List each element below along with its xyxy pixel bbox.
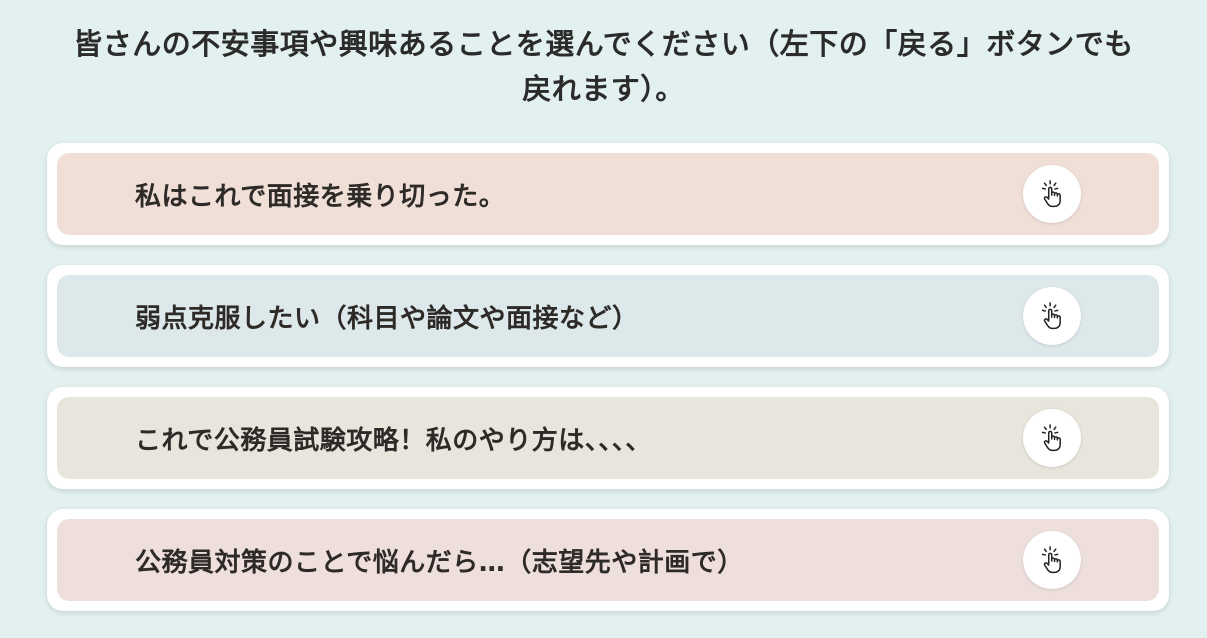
option-inner-3[interactable]: これで公務員試験攻略！私のやり方は、、、、 [57, 397, 1159, 479]
option-list: 私はこれで面接を乗り切った。 弱点克服したい（科目や論文や面接など） これで公務… [47, 143, 1169, 611]
option-card-2[interactable]: 弱点克服したい（科目や論文や面接など） [47, 265, 1169, 367]
question-line-2: 戻れます）。 [522, 72, 685, 106]
option-label-3: これで公務員試験攻略！私のやり方は、、、、 [135, 425, 652, 456]
tap-hand-icon[interactable] [1023, 287, 1081, 345]
option-card-3[interactable]: これで公務員試験攻略！私のやり方は、、、、 [47, 387, 1169, 489]
question-heading: 皆さんの不安事項や興味あることを選んでください（左下の「戻る」ボタンでも 戻れま… [40, 22, 1167, 112]
option-inner-1[interactable]: 私はこれで面接を乗り切った。 [57, 153, 1159, 235]
option-label-4: 公務員対策のことで悩んだら…（志望先や計画で） [135, 547, 744, 578]
question-line-1: 皆さんの不安事項や興味あることを選んでください（左下の「戻る」ボタンでも [73, 27, 1134, 61]
tap-hand-icon[interactable] [1023, 531, 1081, 589]
tap-hand-icon[interactable] [1023, 409, 1081, 467]
tap-hand-icon[interactable] [1023, 165, 1081, 223]
option-inner-4[interactable]: 公務員対策のことで悩んだら…（志望先や計画で） [57, 519, 1159, 601]
option-inner-2[interactable]: 弱点克服したい（科目や論文や面接など） [57, 275, 1159, 357]
option-card-1[interactable]: 私はこれで面接を乗り切った。 [47, 143, 1169, 245]
option-label-2: 弱点克服したい（科目や論文や面接など） [135, 303, 639, 334]
option-label-1: 私はこれで面接を乗り切った。 [135, 181, 506, 212]
option-card-4[interactable]: 公務員対策のことで悩んだら…（志望先や計画で） [47, 509, 1169, 611]
